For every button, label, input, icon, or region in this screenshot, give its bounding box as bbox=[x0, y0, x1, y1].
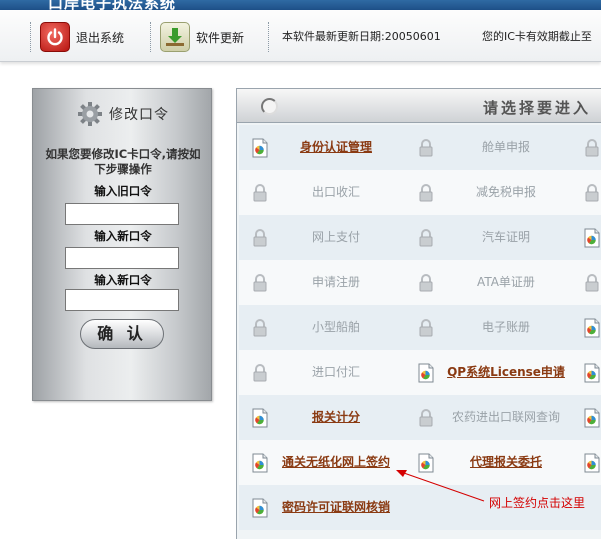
system-panel-title: 请选择要进入 bbox=[483, 99, 592, 117]
system-row: 进口付汇 QP系统License申请 bbox=[239, 350, 601, 395]
password-instructions: 如果您要修改IC卡口令,请按如下步骤操作 bbox=[45, 147, 201, 176]
change-password-panel: 修改口令 如果您要修改IC卡口令,请按如下步骤操作 输入旧口令 输入新口令 输入… bbox=[32, 88, 212, 401]
system-link[interactable]: 身份认证管理 bbox=[271, 125, 401, 170]
system-link: 电子账册 bbox=[481, 320, 530, 334]
confirm-password-label: 输入新口令 bbox=[94, 273, 152, 287]
document-icon[interactable] bbox=[417, 453, 435, 473]
download-icon bbox=[160, 22, 190, 52]
system-link: 舱单申报 bbox=[481, 140, 530, 154]
system-link: 申请注册 bbox=[311, 275, 360, 289]
lock-icon bbox=[417, 318, 435, 338]
new-password-label: 输入新口令 bbox=[94, 229, 152, 243]
power-icon bbox=[40, 22, 70, 52]
lock-icon bbox=[417, 228, 435, 248]
system-row: 身份认证管理 舱单申报 bbox=[239, 125, 601, 170]
document-icon[interactable] bbox=[251, 453, 269, 473]
document-icon[interactable] bbox=[583, 228, 601, 248]
system-panel-header: 请选择要进入 bbox=[237, 89, 601, 123]
exit-button[interactable]: 退出系统 bbox=[40, 22, 124, 52]
document-icon[interactable] bbox=[583, 318, 601, 338]
system-link: 出口收汇 bbox=[311, 185, 360, 199]
password-panel-header: 修改口令 bbox=[33, 99, 213, 129]
lock-icon bbox=[583, 273, 601, 293]
ic-card-expiry-text: 您的IC卡有效期截止至 bbox=[482, 30, 592, 43]
system-link[interactable]: QP系统License申请 bbox=[437, 350, 575, 395]
toolbar: 退出系统 软件更新 本软件最新更新日期:20050601 您的IC卡有效期截止至 bbox=[0, 10, 601, 62]
document-icon[interactable] bbox=[251, 408, 269, 428]
document-icon[interactable] bbox=[583, 363, 601, 383]
lock-icon bbox=[251, 183, 269, 203]
title-bar: 口岸电子执法系统 bbox=[0, 0, 601, 10]
system-link: 小型船舶 bbox=[311, 320, 360, 334]
lock-icon bbox=[417, 138, 435, 158]
window-title: 口岸电子执法系统 bbox=[48, 0, 177, 10]
system-row: 报关计分 农药进出口联网查询 bbox=[239, 395, 601, 440]
system-link[interactable]: 报关计分 bbox=[271, 395, 401, 440]
system-row: 网上支付 汽车证明 bbox=[239, 215, 601, 260]
system-link[interactable]: 代理报关委托 bbox=[437, 440, 575, 485]
update-button[interactable]: 软件更新 bbox=[160, 22, 244, 52]
system-link: 汽车证明 bbox=[481, 230, 530, 244]
lock-icon bbox=[417, 408, 435, 428]
new-password-field[interactable] bbox=[65, 247, 179, 269]
system-link: 进口付汇 bbox=[311, 365, 360, 379]
document-icon[interactable] bbox=[583, 408, 601, 428]
toolbar-separator bbox=[30, 22, 32, 52]
document-icon[interactable] bbox=[417, 363, 435, 383]
exit-label: 退出系统 bbox=[76, 30, 125, 45]
document-icon[interactable] bbox=[251, 138, 269, 158]
old-password-label: 输入旧口令 bbox=[94, 184, 152, 198]
lock-icon bbox=[583, 138, 601, 158]
system-select-panel: 请选择要进入 身份认证管理 舱单申报出口收汇 减免税申报网上支付 汽车证明申请注册 AT… bbox=[236, 88, 601, 539]
lock-icon bbox=[417, 273, 435, 293]
system-row: 申请注册 ATA单证册 bbox=[239, 260, 601, 305]
old-password-field[interactable] bbox=[65, 203, 179, 225]
toolbar-separator bbox=[150, 22, 152, 52]
system-link: ATA单证册 bbox=[477, 275, 535, 289]
system-row: 出口收汇 减免税申报 bbox=[239, 170, 601, 215]
system-row: 通关无纸化网上签约 代理报关委托 bbox=[239, 440, 601, 485]
lock-icon bbox=[417, 183, 435, 203]
system-link: 网上支付 bbox=[311, 230, 360, 244]
lock-icon bbox=[251, 363, 269, 383]
document-icon[interactable] bbox=[251, 498, 269, 518]
last-update-text: 本软件最新更新日期:20050601 bbox=[282, 30, 441, 43]
document-icon[interactable] bbox=[583, 453, 601, 473]
system-link[interactable]: 密码许可证联网核销 bbox=[271, 485, 401, 530]
toolbar-separator bbox=[268, 22, 270, 52]
system-link[interactable]: 通关无纸化网上签约 bbox=[271, 440, 401, 485]
confirm-password-field[interactable] bbox=[65, 289, 179, 311]
password-panel-title: 修改口令 bbox=[109, 107, 169, 123]
annotation-text: 网上签约点击这里 bbox=[489, 496, 586, 510]
radio-icon bbox=[261, 98, 278, 115]
system-link: 减免税申报 bbox=[475, 185, 536, 199]
lock-icon bbox=[251, 273, 269, 293]
lock-icon bbox=[251, 318, 269, 338]
gear-icon bbox=[78, 102, 102, 126]
lock-icon bbox=[583, 183, 601, 203]
confirm-button[interactable]: 确 认 bbox=[80, 319, 164, 349]
update-label: 软件更新 bbox=[196, 30, 245, 45]
lock-icon bbox=[251, 228, 269, 248]
system-link: 农药进出口联网查询 bbox=[451, 410, 560, 424]
system-row: 小型船舶 电子账册 bbox=[239, 305, 601, 350]
